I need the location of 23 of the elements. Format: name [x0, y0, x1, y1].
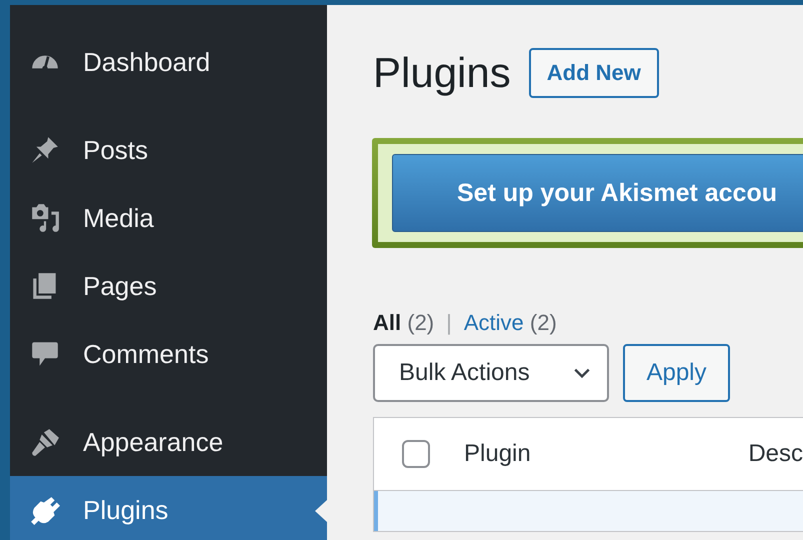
filter-separator: | [446, 310, 452, 336]
setup-account-button[interactable]: Set up your Akismet accou [392, 154, 803, 232]
sidebar-item[interactable]: Comments [10, 320, 327, 388]
sidebar-item[interactable]: Pages [10, 252, 327, 320]
sidebar-item[interactable]: Appearance [10, 408, 327, 476]
sidebar-item[interactable]: Posts [10, 116, 327, 184]
page-title: Plugins [373, 49, 511, 97]
chevron-down-icon [573, 367, 591, 379]
paintbrush-icon [30, 427, 60, 457]
filter-link[interactable]: Active (2) [464, 310, 557, 336]
add-new-button[interactable]: Add New [528, 48, 659, 98]
column-header[interactable]: Desc [748, 440, 803, 468]
pushpin-icon [30, 135, 60, 165]
select-all-checkbox[interactable] [402, 440, 430, 468]
sidebar-item[interactable]: Plugins [10, 476, 327, 540]
apply-button[interactable]: Apply [623, 344, 730, 402]
sidebar-item[interactable]: Dashboard [10, 28, 327, 96]
column-header[interactable]: Plugin [464, 440, 748, 468]
camera-music-icon [30, 203, 60, 233]
sidebar-item[interactable]: Media [10, 184, 327, 252]
filter-link[interactable]: All (2) [373, 310, 434, 336]
bulk-actions-dropdown[interactable]: Bulk Actions [373, 344, 609, 402]
plug-icon [30, 495, 60, 525]
